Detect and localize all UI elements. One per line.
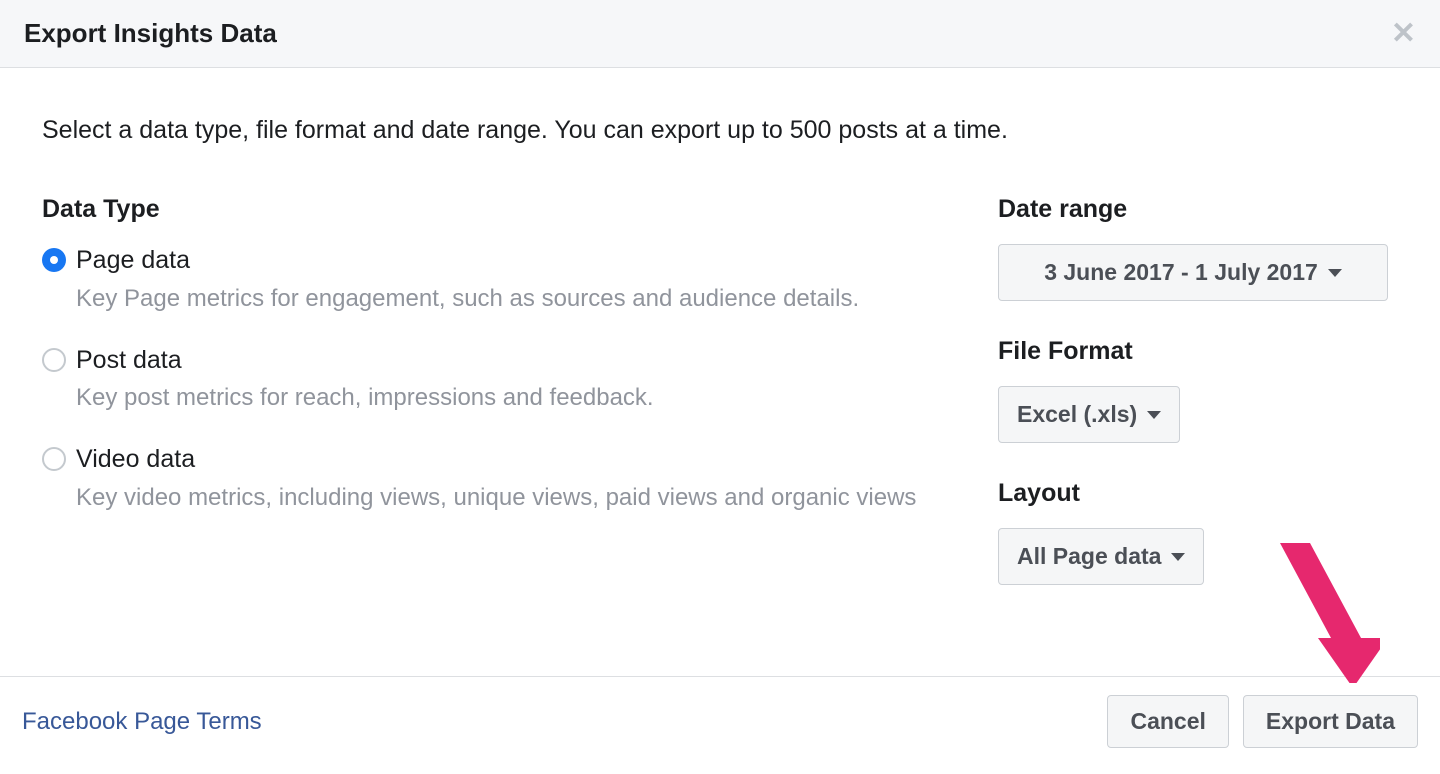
dialog-title: Export Insights Data [24,18,277,49]
caret-down-icon [1328,269,1342,277]
right-column: Date range 3 June 2017 - 1 July 2017 Fil… [998,195,1398,621]
radio-option-post-data: Post data Key post metrics for reach, im… [42,344,938,414]
cancel-button[interactable]: Cancel [1107,695,1228,748]
export-data-button[interactable]: Export Data [1243,695,1418,748]
data-type-heading: Data Type [42,195,938,224]
radio-desc-video-data: Key video metrics, including views, uniq… [76,482,938,513]
dialog-header: Export Insights Data ✕ [0,0,1440,68]
date-range-value: 3 June 2017 - 1 July 2017 [1044,259,1318,286]
layout-value: All Page data [1017,543,1161,570]
dialog-footer: Facebook Page Terms Cancel Export Data [0,676,1440,774]
footer-buttons: Cancel Export Data [1107,695,1418,748]
radio-video-data[interactable] [42,447,66,471]
date-range-heading: Date range [998,195,1398,224]
columns: Data Type Page data Key Page metrics for… [42,195,1398,621]
radio-desc-page-data: Key Page metrics for engagement, such as… [76,283,938,314]
radio-option-page-data: Page data Key Page metrics for engagemen… [42,244,938,314]
radio-option-video-data: Video data Key video metrics, including … [42,443,938,513]
close-icon[interactable]: ✕ [1391,19,1416,49]
data-type-section: Data Type Page data Key Page metrics for… [42,195,938,621]
file-format-section: File Format Excel (.xls) [998,337,1398,443]
date-range-dropdown[interactable]: 3 June 2017 - 1 July 2017 [998,244,1388,301]
layout-section: Layout All Page data [998,479,1398,585]
radio-desc-post-data: Key post metrics for reach, impressions … [76,382,938,413]
facebook-page-terms-link[interactable]: Facebook Page Terms [22,708,262,736]
intro-text: Select a data type, file format and date… [42,116,1398,145]
dialog-content: Select a data type, file format and date… [0,68,1440,651]
radio-label-video-data[interactable]: Video data [76,443,938,476]
layout-heading: Layout [998,479,1398,508]
file-format-dropdown[interactable]: Excel (.xls) [998,386,1180,443]
radio-text: Video data Key video metrics, including … [76,443,938,513]
radio-label-post-data[interactable]: Post data [76,344,938,377]
file-format-heading: File Format [998,337,1398,366]
caret-down-icon [1147,411,1161,419]
date-range-section: Date range 3 June 2017 - 1 July 2017 [998,195,1398,301]
radio-page-data[interactable] [42,248,66,272]
caret-down-icon [1171,553,1185,561]
radio-text: Page data Key Page metrics for engagemen… [76,244,938,314]
radio-text: Post data Key post metrics for reach, im… [76,344,938,414]
layout-dropdown[interactable]: All Page data [998,528,1204,585]
radio-post-data[interactable] [42,348,66,372]
radio-label-page-data[interactable]: Page data [76,244,938,277]
file-format-value: Excel (.xls) [1017,401,1137,428]
